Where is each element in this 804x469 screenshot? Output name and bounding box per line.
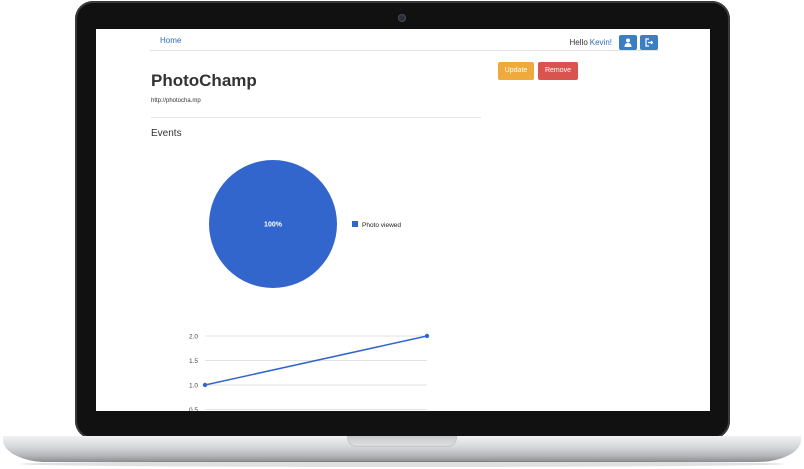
pie-slice-label: 100% [264,222,283,229]
laptop-shadow [20,461,784,467]
legend-swatch [352,221,358,227]
events-charts: 100% Photo viewed 2.0 1.5 1.0 0.5 [189,160,430,411]
y-tick-label: 1.0 [189,383,198,390]
pie-chart: 100% Photo viewed [209,160,401,288]
line-chart: 2.0 1.5 1.0 0.5 [189,333,430,411]
y-tick-label: 1.5 [189,358,198,365]
y-tick-label: 2.0 [189,334,198,341]
y-tick-label: 0.5 [189,407,198,411]
laptop-notch [347,436,457,447]
camera-icon [398,14,406,22]
legend-label: Photo viewed [362,222,401,229]
screen: Home Hello Kevin! PhotoChamp http://phot… [96,29,710,411]
data-point [202,382,208,388]
data-point [424,333,430,339]
